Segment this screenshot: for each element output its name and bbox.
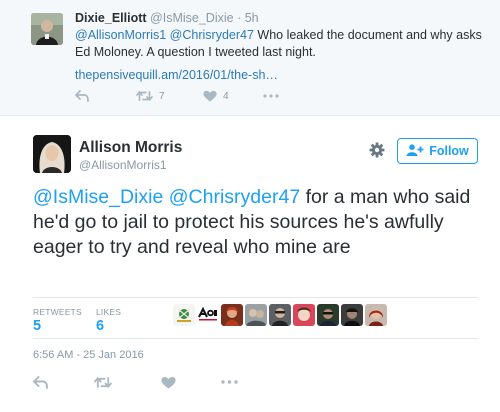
retweet-button[interactable]: 7	[136, 86, 165, 106]
mention-link[interactable]: @AllisonMorris1	[75, 28, 166, 42]
reply-icon	[33, 375, 48, 389]
separator: ·	[237, 11, 242, 25]
liker-avatar[interactable]	[269, 304, 291, 326]
more-icon	[263, 94, 279, 98]
tweet-text: @AllisonMorris1 @Chrisryder47 Who leaked…	[75, 27, 485, 61]
mention-link[interactable]: @Chrisryder47	[169, 186, 300, 208]
like-count: 4	[223, 90, 229, 102]
gear-icon[interactable]	[369, 142, 385, 158]
heart-icon	[161, 376, 176, 389]
avatar[interactable]	[31, 13, 63, 45]
url-link[interactable]: thepensivequill.am/2016/01/the-sh…	[75, 68, 278, 82]
retweet-icon	[94, 376, 112, 389]
display-name[interactable]: Allison Morris	[79, 139, 182, 157]
more-icon	[221, 380, 238, 384]
divider	[33, 338, 478, 339]
liker-avatar[interactable]	[221, 304, 243, 326]
more-button[interactable]	[221, 372, 238, 392]
liker-avatar[interactable]	[197, 304, 219, 326]
likes-label: LIKES	[96, 307, 122, 317]
reply-button[interactable]	[33, 372, 48, 392]
follow-label: Follow	[429, 144, 469, 158]
like-button[interactable]	[161, 372, 176, 392]
likes-count[interactable]: 6	[96, 318, 104, 334]
retweet-count: 7	[159, 90, 165, 102]
display-name[interactable]: Dixie_Elliott	[75, 11, 147, 25]
liker-avatar[interactable]	[365, 304, 387, 326]
liker-avatar[interactable]	[173, 304, 195, 326]
follow-button[interactable]: Follow	[397, 138, 478, 164]
timestamp[interactable]: 5h	[245, 11, 259, 25]
more-button[interactable]	[263, 86, 279, 106]
timestamp[interactable]: 6:56 AM - 25 Jan 2016	[33, 349, 144, 361]
username[interactable]: @IsMise_Dixie	[150, 11, 234, 25]
follow-person-icon	[406, 143, 429, 159]
liker-avatar[interactable]	[245, 304, 267, 326]
parent-tweet[interactable]: Dixie_Elliott @IsMise_Dixie · 5h @Alliso…	[0, 0, 500, 116]
retweet-icon	[136, 90, 153, 102]
reply-button[interactable]	[75, 86, 89, 106]
mention-link[interactable]: @IsMise_Dixie	[33, 186, 163, 208]
retweets-label: RETWEETS	[33, 307, 82, 317]
retweet-button[interactable]	[94, 372, 112, 392]
divider	[33, 297, 478, 298]
tweet-text: @IsMise_Dixie @Chrisryder47 for a man wh…	[33, 185, 488, 260]
liker-avatar[interactable]	[341, 304, 363, 326]
like-button[interactable]: 4	[203, 86, 229, 106]
retweets-count[interactable]: 5	[33, 318, 41, 334]
liker-avatar[interactable]	[317, 304, 339, 326]
heart-icon	[203, 90, 217, 102]
mention-link[interactable]: @Chrisryder47	[170, 28, 254, 42]
tweet-header: Dixie_Elliott @IsMise_Dixie · 5h	[75, 11, 259, 25]
reply-icon	[75, 90, 89, 102]
username[interactable]: @AllisonMorris1	[79, 158, 167, 172]
liker-avatar[interactable]	[293, 304, 315, 326]
avatar[interactable]	[33, 135, 71, 173]
